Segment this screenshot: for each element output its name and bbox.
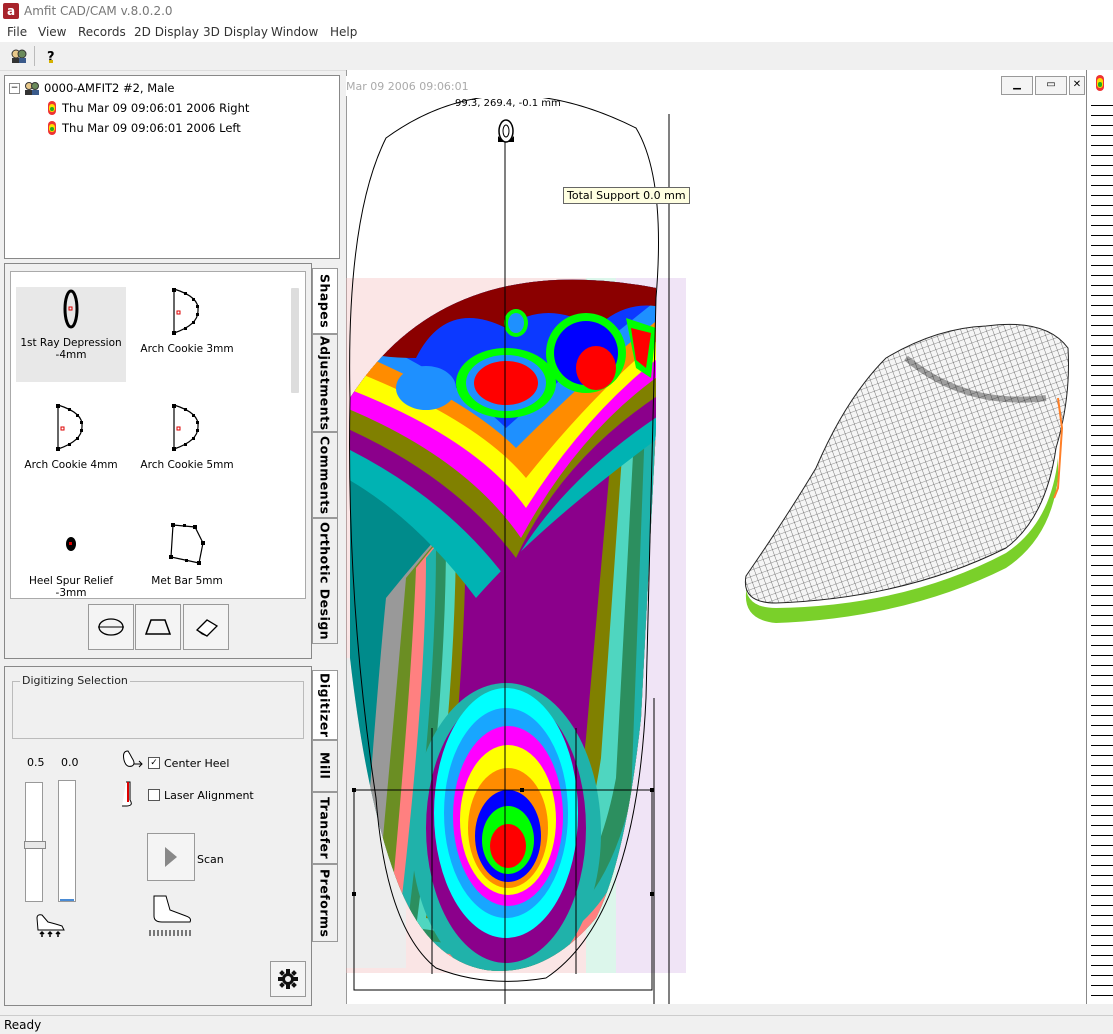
menu-view[interactable]: View — [38, 25, 66, 39]
patient-record-button[interactable] — [7, 45, 31, 67]
shape-item-arch-cookie-3[interactable]: Arch Cookie 3mm — [132, 287, 242, 355]
menu-bar: File View Records 2D Display 3D Display … — [0, 22, 1113, 42]
help-button[interactable]: ? — [39, 45, 63, 67]
insole-3d-model — [744, 323, 1069, 623]
patient-label: 0000-AMFIT2 #2, Male — [44, 81, 175, 95]
cursor-coordinates: 99.3, 269.4, -0.1 mm — [455, 98, 561, 109]
menu-2d-display[interactable]: 2D Display — [134, 25, 199, 39]
minimize-button[interactable]: ▁ — [1001, 76, 1033, 95]
help-icon: ? — [47, 50, 55, 64]
laser-alignment-checkbox[interactable] — [148, 789, 160, 801]
shape-item-1st-ray[interactable]: 1st Ray Depression -4mm — [16, 287, 126, 382]
slider1[interactable] — [24, 782, 46, 902]
gear-icon — [278, 969, 298, 989]
menu-3d-display[interactable]: 3D Display — [203, 25, 268, 39]
trapezoid-tool-icon — [144, 619, 172, 635]
tab-preforms[interactable]: Preforms — [312, 864, 338, 942]
trapezoid-tool-button[interactable] — [135, 604, 181, 650]
right-ruler-panel — [1086, 70, 1113, 1004]
title-bar: a Amfit CAD/CAM v.8.0.2.0 — [0, 0, 1113, 22]
foot-cursor-icon — [498, 119, 514, 143]
heel-spur-icon — [66, 537, 76, 551]
slider1-thumb[interactable] — [24, 841, 46, 849]
arch-cookie-icon — [56, 404, 83, 451]
tab-digitizer[interactable]: Digitizer — [312, 670, 338, 740]
toolbar: ? — [0, 42, 1113, 71]
foot-pressure-icon — [36, 914, 65, 937]
slider2[interactable] — [58, 780, 76, 902]
arch-cookie-icon — [172, 404, 199, 451]
center-heel-checkbox[interactable]: ✓ — [148, 757, 160, 769]
slider2-value: 0.0 — [61, 756, 79, 769]
tab-orthotic-design[interactable]: Orthotic Design — [312, 518, 338, 644]
menu-records[interactable]: Records — [78, 25, 126, 39]
settings-button[interactable] — [270, 961, 306, 997]
ruler-ticks — [1091, 96, 1113, 1001]
shapes-scrollbar[interactable] — [291, 288, 299, 393]
record-label: Thu Mar 09 09:06:01 2006 Right — [62, 101, 250, 115]
center-heel-label[interactable]: Center Heel — [164, 757, 229, 770]
close-button[interactable]: ✕ — [1069, 76, 1085, 95]
center-heel-icon — [123, 750, 143, 768]
tab-transfer[interactable]: Transfer — [312, 792, 338, 864]
laser-alignment-icon — [122, 781, 132, 807]
menu-file[interactable]: File — [7, 25, 27, 39]
ellipse-tool-button[interactable] — [88, 604, 134, 650]
tree-record-left[interactable]: Thu Mar 09 09:06:01 2006 Left — [46, 120, 241, 136]
foot-scan-icon — [149, 895, 191, 936]
scan-button[interactable] — [147, 833, 195, 881]
shape-item-heel-spur[interactable]: Heel Spur Relief -3mm — [16, 519, 126, 599]
shape-item-arch-cookie-4[interactable]: Arch Cookie 4mm — [16, 403, 126, 471]
total-support-tooltip: Total Support 0.0 mm — [563, 187, 690, 204]
menu-window[interactable]: Window — [271, 25, 318, 39]
digitizing-selection-title: Digitizing Selection — [20, 674, 130, 687]
play-icon — [165, 847, 177, 867]
pressure-map-canvas[interactable] — [346, 98, 1086, 1004]
eraser-tool-button[interactable] — [183, 604, 229, 650]
foot-record-icon — [48, 121, 56, 135]
digitizing-selection-group — [12, 681, 304, 739]
slider1-value: 0.5 — [27, 756, 45, 769]
shape-item-met-bar[interactable]: Met Bar 5mm — [132, 519, 242, 587]
tree-patient-row[interactable]: − 0000-AMFIT2 #2, Male — [9, 81, 174, 95]
laser-alignment-label[interactable]: Laser Alignment — [164, 789, 254, 802]
tab-mill[interactable]: Mill — [312, 740, 338, 792]
view-title: Mar 09 2006 09:06:01 — [346, 80, 469, 93]
ellipse-shape-icon — [63, 289, 79, 329]
tab-adjustments[interactable]: Adjustments — [312, 334, 338, 432]
status-text: Ready — [4, 1018, 42, 1032]
arch-cookie-icon — [172, 288, 199, 335]
record-label: Thu Mar 09 09:06:01 2006 Left — [62, 121, 241, 135]
tab-comments[interactable]: Comments — [312, 432, 338, 518]
menu-help[interactable]: Help — [330, 25, 357, 39]
foot-record-icon — [48, 101, 56, 115]
window-title: Amfit CAD/CAM v.8.0.2.0 — [24, 4, 173, 18]
foot-record-icon — [1096, 75, 1104, 91]
tree-record-right[interactable]: Thu Mar 09 09:06:01 2006 Right — [46, 100, 249, 116]
shape-item-arch-cookie-5[interactable]: Arch Cookie 5mm — [132, 403, 242, 471]
maximize-button[interactable]: ▭ — [1035, 76, 1067, 95]
app-logo-icon: a — [3, 3, 19, 19]
collapse-icon[interactable]: − — [9, 82, 20, 94]
scan-label[interactable]: Scan — [197, 853, 224, 866]
patient-icon — [25, 82, 39, 95]
tab-shapes[interactable]: Shapes — [312, 268, 338, 334]
met-bar-icon — [169, 523, 205, 565]
eraser-tool-icon — [195, 619, 219, 637]
patient-record-icon — [11, 49, 27, 63]
ellipse-tool-icon — [98, 618, 124, 636]
status-bar: Ready — [0, 1015, 1113, 1034]
